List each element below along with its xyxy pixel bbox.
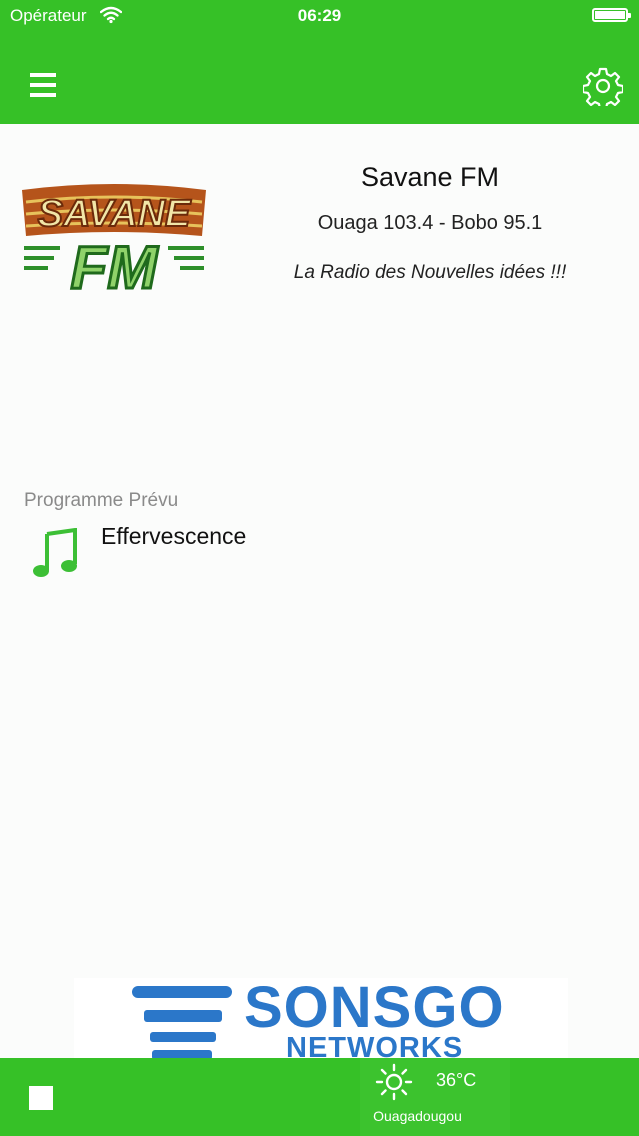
logo-word-fm: FM bbox=[71, 234, 160, 296]
status-time: 06:29 bbox=[297, 6, 342, 25]
gear-icon[interactable] bbox=[583, 66, 623, 106]
station-logo: SAVANE FM bbox=[22, 184, 206, 296]
station-frequencies: Ouaga 103.4 - Bobo 95.1 bbox=[317, 212, 543, 234]
station-slogan: La Radio des Nouvelles idées !!! bbox=[293, 262, 567, 283]
temperature-value: 36°C bbox=[436, 1070, 477, 1090]
weather-city: Ouagadougou bbox=[373, 1108, 462, 1124]
stop-button[interactable] bbox=[29, 1086, 53, 1110]
station-name: Savane FM bbox=[360, 162, 500, 192]
sponsor-logo-icon bbox=[132, 986, 232, 1060]
sun-icon bbox=[375, 1063, 413, 1101]
bottom-player-bar bbox=[0, 1058, 639, 1136]
battery-icon bbox=[592, 8, 631, 22]
music-note-icon bbox=[33, 528, 77, 577]
program-title: Effervescence bbox=[101, 523, 247, 549]
sponsor-banner[interactable]: SONSGO NETWORKS bbox=[74, 978, 568, 1060]
program-section-label: Programme Prévu bbox=[24, 490, 179, 511]
logo-word-savane: SAVANE bbox=[38, 193, 192, 235]
sponsor-subtitle: NETWORKS bbox=[286, 1032, 464, 1060]
hamburger-menu-icon[interactable] bbox=[28, 70, 58, 100]
